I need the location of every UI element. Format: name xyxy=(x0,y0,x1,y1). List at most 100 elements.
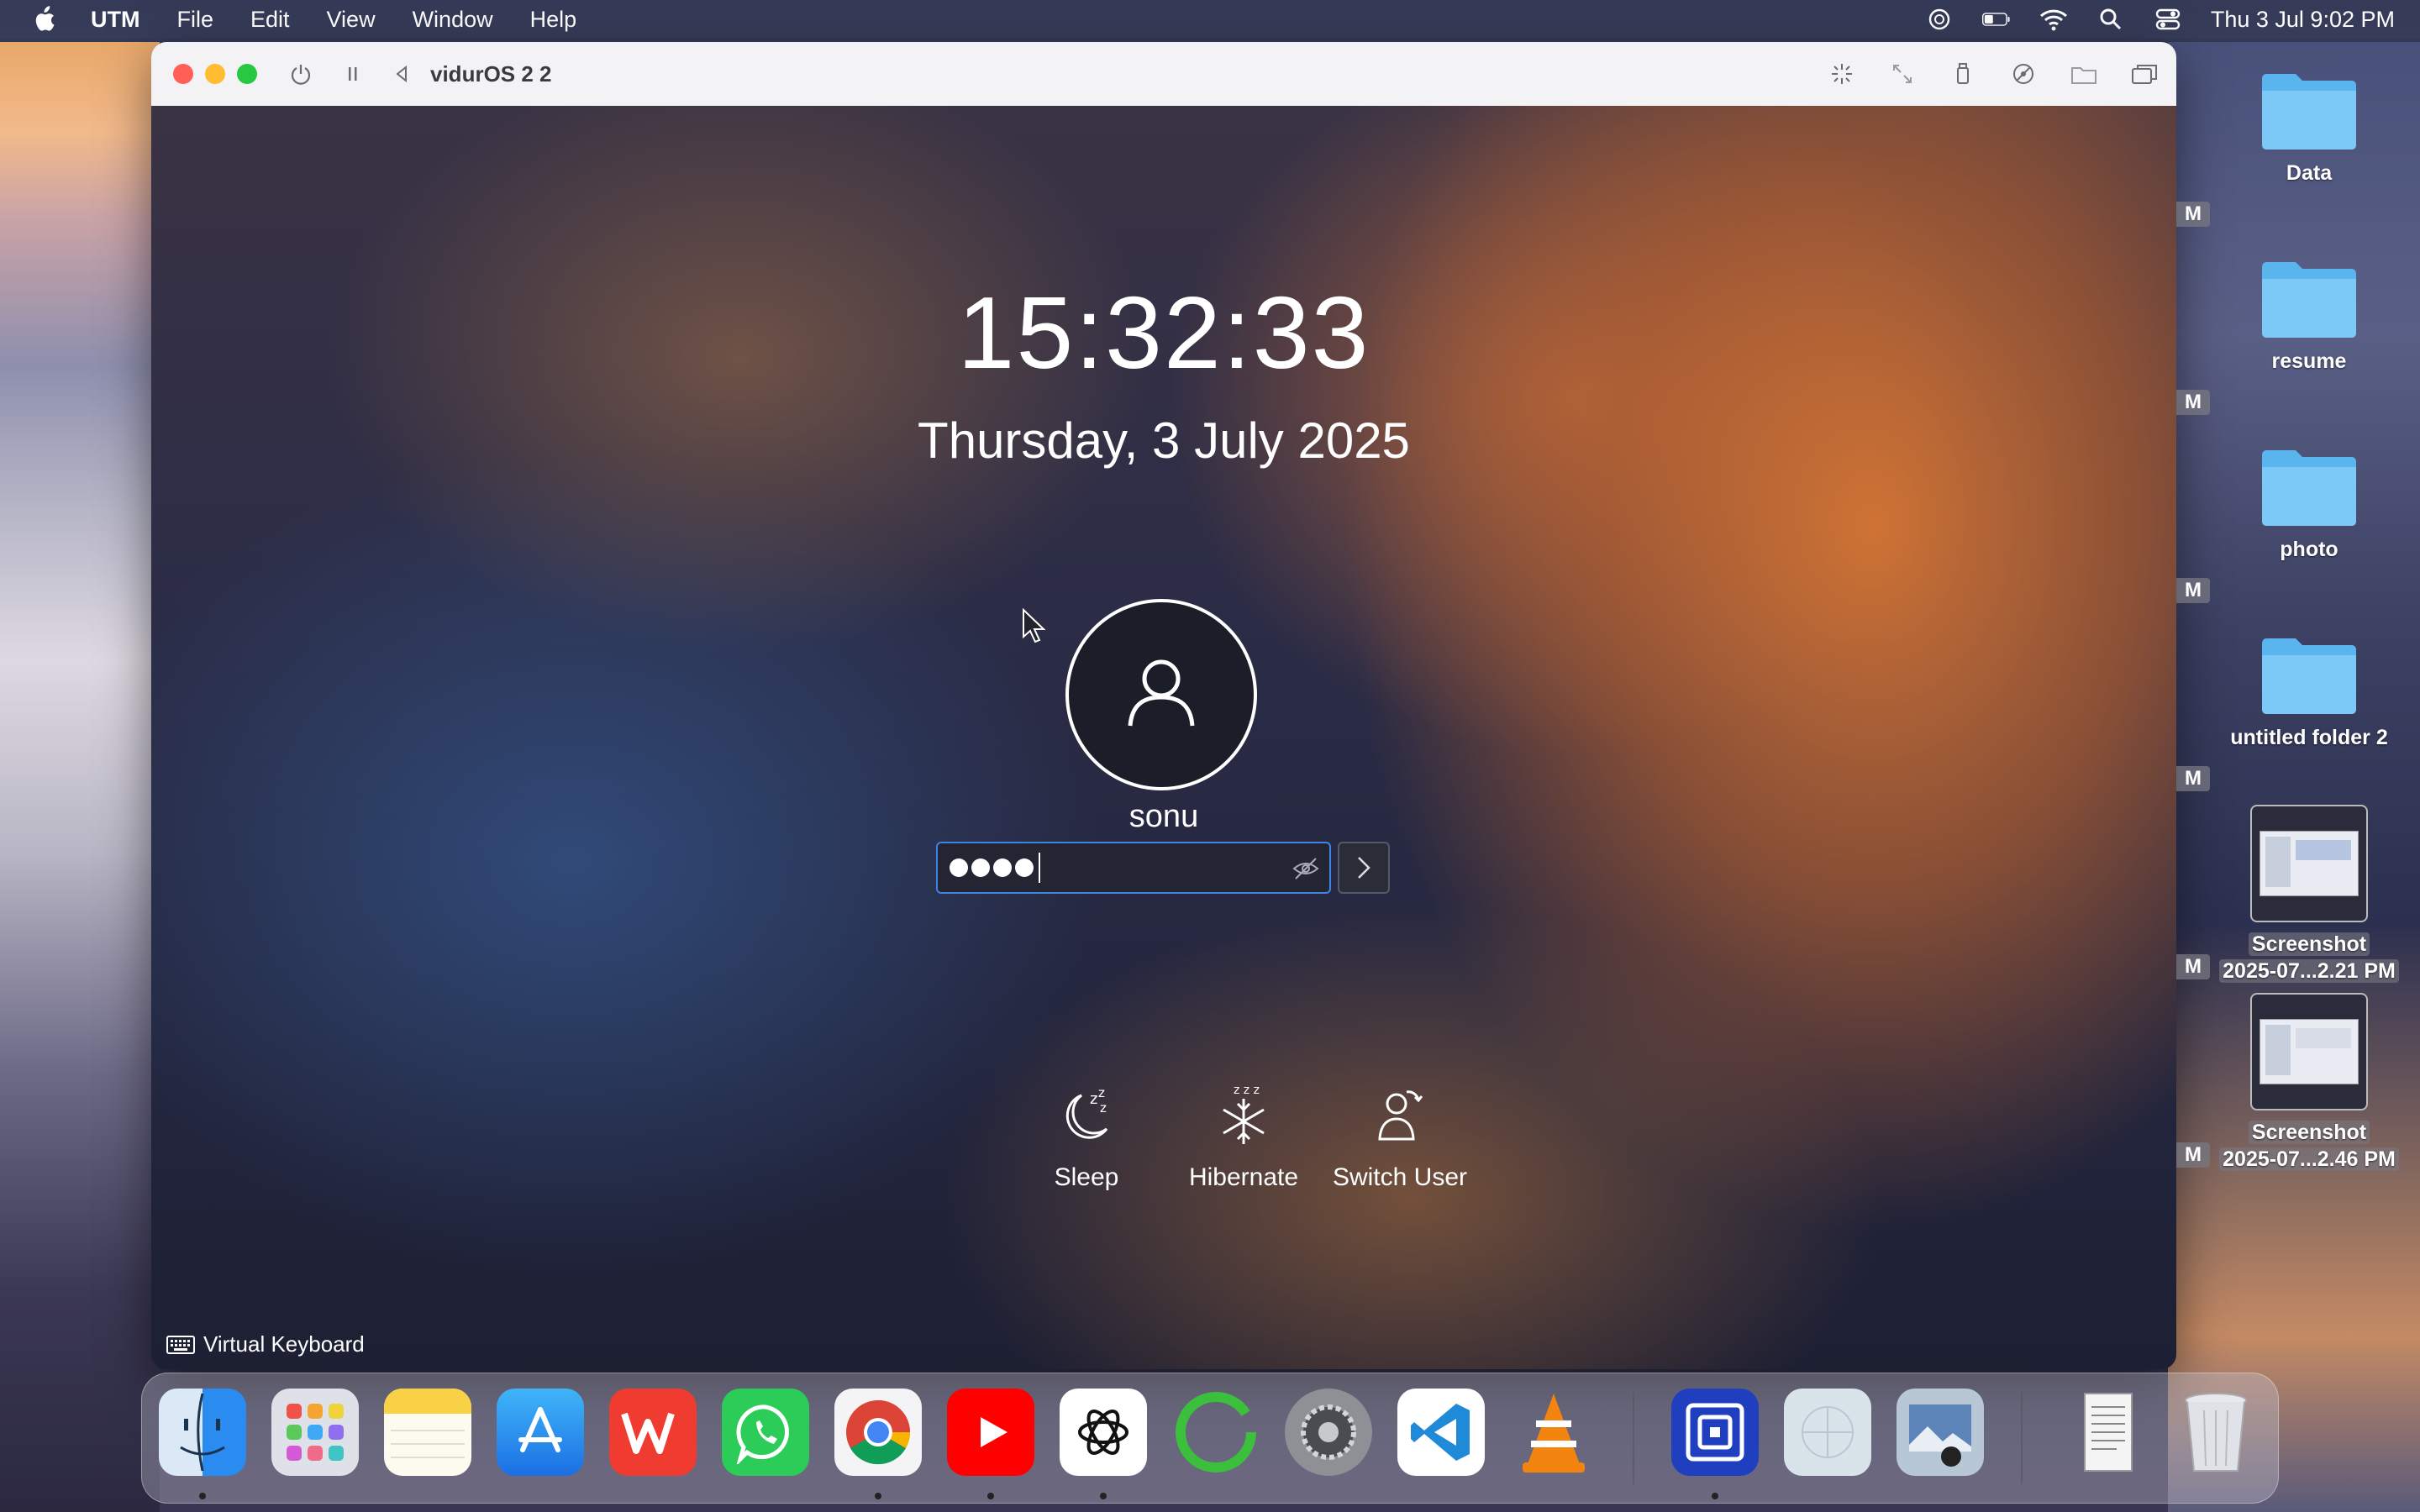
desktop-item-label: resume xyxy=(2271,349,2347,373)
desktop-item-label: photo xyxy=(2280,538,2338,561)
dock-document-icon[interactable] xyxy=(2065,1389,2152,1476)
show-password-icon[interactable] xyxy=(1291,853,1321,884)
control-center-icon[interactable] xyxy=(2154,5,2182,34)
running-indicator xyxy=(875,1493,881,1499)
wifi-icon[interactable] xyxy=(2039,5,2068,34)
svg-text:z: z xyxy=(1090,1090,1097,1108)
password-field[interactable] xyxy=(936,842,1331,894)
hidden-label-chip: M xyxy=(2176,954,2210,979)
usb-device-icon[interactable] xyxy=(1948,59,1978,89)
svg-text:z: z xyxy=(1098,1085,1105,1100)
svg-text:z: z xyxy=(1100,1100,1107,1116)
dock-youtube-icon[interactable] xyxy=(947,1389,1034,1476)
zoom-window-button[interactable] xyxy=(237,64,257,84)
menu-app-name[interactable]: UTM xyxy=(91,7,139,33)
running-indicator xyxy=(1712,1493,1718,1499)
minimize-window-button[interactable] xyxy=(205,64,225,84)
sleep-button[interactable]: z z z Sleep xyxy=(1007,1076,1166,1192)
resize-icon[interactable] xyxy=(1887,59,1918,89)
screenshot-thumbnail xyxy=(2250,805,2368,922)
dock-finder-icon[interactable] xyxy=(159,1389,246,1476)
desktop-item-sublabel: 2025-07...2.46 PM xyxy=(2219,1147,2399,1171)
dock-chatgpt-icon[interactable] xyxy=(1060,1389,1147,1476)
username-label: sonu xyxy=(1128,799,1199,834)
dock-separator xyxy=(1633,1392,1634,1484)
sleep-label: Sleep xyxy=(1054,1163,1119,1191)
menubar-clock[interactable]: Thu 3 Jul 9:02 PM xyxy=(2211,7,2395,33)
user-avatar[interactable] xyxy=(1065,599,1257,790)
desktop-folder-untitled-folder-2[interactable]: untitled folder 2 xyxy=(2208,632,2410,751)
dock-chrome-icon[interactable] xyxy=(834,1389,922,1476)
hidden-label-chip: M xyxy=(2176,390,2210,415)
keyboard-icon xyxy=(166,1335,195,1354)
menu-edit[interactable]: Edit xyxy=(250,7,290,33)
desktop-item-label: Screenshot xyxy=(2248,932,2370,956)
windows-switch-icon[interactable] xyxy=(2129,59,2160,89)
dock-activity-ring-icon[interactable] xyxy=(1172,1389,1260,1476)
restart-icon[interactable] xyxy=(387,59,417,89)
dock-vlc-icon[interactable] xyxy=(1510,1389,1597,1476)
dock-image-viewer-icon[interactable] xyxy=(1897,1389,1984,1476)
lock-date: Thursday, 3 July 2025 xyxy=(918,412,1410,469)
password-dots xyxy=(950,843,1040,892)
dock-system-settings-icon[interactable] xyxy=(1285,1389,1372,1476)
virtual-keyboard-label: Virtual Keyboard xyxy=(203,1331,365,1357)
drive-icon[interactable] xyxy=(2008,59,2039,89)
svg-text:z z z: z z z xyxy=(1234,1084,1260,1097)
vm-display[interactable]: 15:32:33 Thursday, 3 July 2025 sonu z z … xyxy=(151,106,2176,1369)
hibernate-button[interactable]: z z z Hibernate xyxy=(1164,1076,1323,1192)
hidden-label-chip: M xyxy=(2176,578,2210,603)
menu-window[interactable]: Window xyxy=(413,7,493,33)
battery-icon[interactable] xyxy=(1981,5,2011,34)
running-indicator xyxy=(1100,1493,1107,1499)
dock-whatsapp-icon[interactable] xyxy=(722,1389,809,1476)
menu-help[interactable]: Help xyxy=(530,7,577,33)
virtual-keyboard-button[interactable]: Virtual Keyboard xyxy=(166,1331,365,1357)
dock-trash-icon[interactable] xyxy=(2172,1389,2260,1476)
menu-file[interactable]: File xyxy=(176,7,213,33)
desktop-folder-data[interactable]: Data xyxy=(2208,67,2410,186)
capture-input-icon[interactable] xyxy=(1827,59,1857,89)
desktop-item-label: Screenshot xyxy=(2248,1121,2370,1144)
dock-wps-office-icon[interactable] xyxy=(609,1389,697,1476)
switch-user-label: Switch User xyxy=(1332,1163,1468,1191)
dock-utm-icon[interactable] xyxy=(1671,1389,1759,1476)
login-submit-button[interactable] xyxy=(1338,842,1390,894)
utm-vm-window: vidurOS 2 2 15:32:33 Thursday, 3 July 20… xyxy=(151,42,2176,1369)
dock-app-store-icon[interactable] xyxy=(497,1389,584,1476)
user-icon xyxy=(1128,659,1195,727)
chatgpt-menubar-icon[interactable] xyxy=(1925,5,1954,34)
running-indicator xyxy=(987,1493,994,1499)
apple-icon[interactable] xyxy=(32,5,57,34)
window-titlebar[interactable]: vidurOS 2 2 xyxy=(151,42,2176,107)
switch-user-icon xyxy=(1320,1076,1480,1152)
hidden-label-chip: M xyxy=(2176,1142,2210,1168)
desktop-item-label: untitled folder 2 xyxy=(2230,726,2388,749)
hidden-label-chip: M xyxy=(2176,202,2210,227)
folder-icon xyxy=(2259,67,2360,151)
desktop-screenshot-1[interactable]: Screenshot 2025-07...2.21 PM xyxy=(2208,805,2410,984)
window-title: vidurOS 2 2 xyxy=(430,60,552,87)
screenshot-thumbnail xyxy=(2250,993,2368,1110)
desktop-screenshot-2[interactable]: Screenshot 2025-07...2.46 PM xyxy=(2208,993,2410,1173)
desktop-folder-resume[interactable]: resume xyxy=(2208,255,2410,375)
power-icon[interactable] xyxy=(286,59,316,89)
close-window-button[interactable] xyxy=(173,64,193,84)
mouse-cursor-icon xyxy=(1022,607,1047,649)
desktop-folder-photo[interactable]: photo xyxy=(2208,444,2410,563)
switch-user-button[interactable]: Switch User xyxy=(1320,1076,1480,1192)
dock xyxy=(141,1373,2279,1504)
folder-icon xyxy=(2259,632,2360,716)
pause-icon[interactable] xyxy=(338,59,368,89)
shared-folder-icon[interactable] xyxy=(2069,59,2099,89)
desktop-item-label: Data xyxy=(2286,161,2333,185)
spotlight-search-icon[interactable] xyxy=(2096,5,2125,34)
menu-view[interactable]: View xyxy=(327,7,376,33)
dock-launchpad-icon[interactable] xyxy=(271,1389,359,1476)
dock-preview-icon[interactable] xyxy=(1784,1389,1871,1476)
dock-notes-icon[interactable] xyxy=(384,1389,471,1476)
hibernate-label: Hibernate xyxy=(1188,1163,1299,1191)
dock-vscode-icon[interactable] xyxy=(1397,1389,1485,1476)
folder-icon xyxy=(2259,255,2360,339)
folder-icon xyxy=(2259,444,2360,528)
